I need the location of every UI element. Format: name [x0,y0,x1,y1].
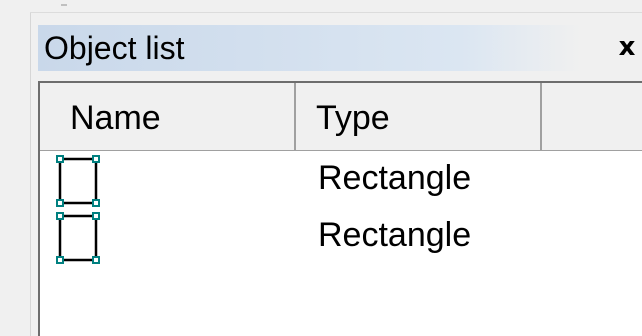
rectangle-icon [56,155,100,209]
column-header-type-label: Type [316,99,390,137]
panel-titlebar: Object list x [38,25,642,71]
object-list-view[interactable]: Name Type Rectangle Rectangle [38,81,642,336]
list-item[interactable]: Rectangle [40,153,642,210]
column-header-extra[interactable] [542,83,642,150]
panel-title: Object list [44,30,185,66]
panel-top-edge [30,0,642,13]
list-header: Name Type [40,83,642,151]
object-list-window: Object list x Name Type Rectangle Rectan… [0,0,642,336]
list-item-type: Rectangle [318,216,472,254]
column-header-type[interactable]: Type [296,83,542,150]
left-gutter [0,0,31,336]
close-button[interactable]: x [614,32,640,62]
column-header-name[interactable]: Name [40,83,296,150]
list-rows: Rectangle Rectangle [40,153,642,267]
resize-grip[interactable] [61,4,67,9]
rectangle-icon [56,212,100,266]
list-item-type: Rectangle [318,159,472,197]
list-item[interactable]: Rectangle [40,210,642,267]
column-header-name-label: Name [70,99,161,137]
